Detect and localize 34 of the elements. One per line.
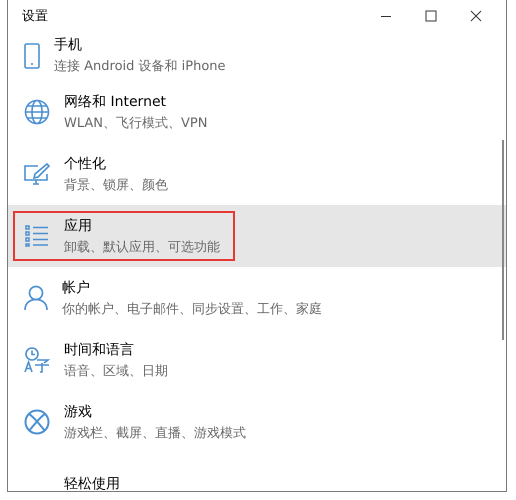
close-icon[interactable] <box>470 10 482 22</box>
category-description: 连接 Android 设备和 iPhone <box>54 58 226 75</box>
clock-language-icon <box>24 347 50 373</box>
settings-category[interactable]: 手机 连接 Android 设备和 iPhone <box>8 32 506 81</box>
settings-category[interactable]: 时间和语言 语音、区域、日期 <box>8 329 506 391</box>
category-title: 网络和 Internet <box>64 92 168 110</box>
category-title: 轻松使用 <box>64 475 120 491</box>
xbox-icon <box>24 409 50 435</box>
person-icon <box>24 285 48 311</box>
category-description: 游戏栏、截屏、直播、游戏模式 <box>64 424 246 442</box>
settings-category[interactable]: 轻松使用 <box>8 453 506 491</box>
category-description: WLAN、飞行模式、VPN <box>64 114 208 132</box>
category-title: 游戏 <box>64 402 93 420</box>
globe-icon <box>24 99 50 125</box>
scrollbar[interactable] <box>502 140 504 340</box>
category-description: 你的帐户、电子邮件、同步设置、工作、家庭 <box>62 300 322 318</box>
category-title: 时间和语言 <box>64 340 135 358</box>
category-description: 卸载、默认应用、可选功能 <box>64 238 220 256</box>
category-description: 语音、区域、日期 <box>64 362 168 380</box>
settings-category[interactable]: 网络和 Internet WLAN、飞行模式、VPN <box>8 81 506 143</box>
settings-category[interactable]: 个性化 背景、锁屏、颜色 <box>8 143 506 205</box>
settings-category[interactable]: 游戏 游戏栏、截屏、直播、游戏模式 <box>8 391 506 453</box>
window-title: 设置 <box>22 8 48 25</box>
phone-icon <box>24 42 40 68</box>
category-title: 帐户 <box>62 278 91 296</box>
list-icon <box>25 225 49 247</box>
settings-category[interactable]: 应用 卸载、默认应用、可选功能 <box>8 205 506 267</box>
maximize-icon[interactable] <box>425 10 437 22</box>
settings-category[interactable]: 帐户 你的帐户、电子邮件、同步设置、工作、家庭 <box>8 267 506 329</box>
category-title: 应用 <box>64 216 93 234</box>
monitor-brush-icon <box>24 162 50 186</box>
category-title: 手机 <box>54 36 83 54</box>
category-description: 背景、锁屏、颜色 <box>64 176 168 194</box>
category-title: 个性化 <box>64 154 107 172</box>
